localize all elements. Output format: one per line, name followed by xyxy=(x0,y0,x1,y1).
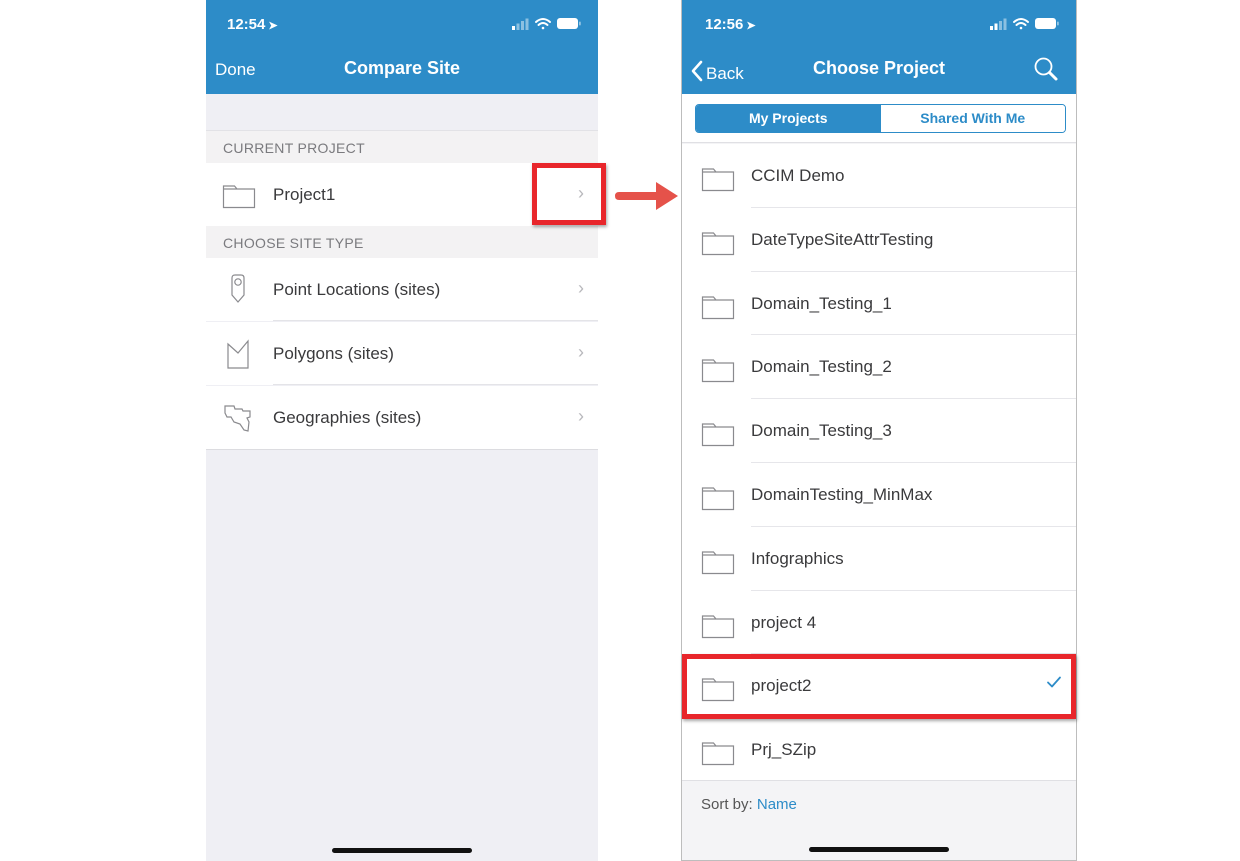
chevron-right-icon: › xyxy=(578,278,584,298)
status-icons xyxy=(990,18,1059,30)
cellular-signal-icon xyxy=(990,18,1007,30)
folder-icon xyxy=(701,232,735,255)
wifi-icon xyxy=(535,18,551,30)
current-project-label: Project1 xyxy=(273,185,336,204)
site-type-point-locations[interactable]: Point Locations (sites) › xyxy=(206,258,598,321)
tab-my-projects[interactable]: My Projects xyxy=(696,105,881,132)
choose-project-screen: 12:56 ➤ Back Choose Project My Projects … xyxy=(681,0,1077,861)
nav-bar: 12:54 ➤ Done Compare Site xyxy=(206,0,598,94)
project-row[interactable]: DomainTesting_MinMax xyxy=(682,462,1076,527)
group-divider xyxy=(206,449,598,450)
wifi-icon xyxy=(1013,18,1029,30)
project-name: Prj_SZip xyxy=(751,740,817,760)
map-pin-icon xyxy=(231,274,245,303)
chevron-right-icon: › xyxy=(578,342,584,362)
chevron-right-icon[interactable]: › xyxy=(578,183,584,204)
folder-icon xyxy=(701,359,735,383)
search-icon[interactable] xyxy=(1033,56,1059,82)
status-time-text: 12:54 xyxy=(227,16,266,33)
project-name: DateTypeSiteAttrTesting xyxy=(751,229,934,249)
project-row-selected[interactable]: project2 xyxy=(682,654,1076,719)
project-name: CCIM Demo xyxy=(751,166,845,185)
chevron-right-icon: › xyxy=(578,406,584,426)
folder-icon xyxy=(701,742,735,766)
project-name: Infographics xyxy=(751,548,844,568)
section-header-current-project: CURRENT PROJECT xyxy=(206,131,598,163)
status-time: 12:54 ➤ xyxy=(227,16,278,33)
checkmark-icon xyxy=(1047,676,1061,688)
segmented-control: My Projects Shared With Me xyxy=(695,104,1066,133)
current-project-row[interactable]: Project1 › xyxy=(206,163,598,226)
row-separator xyxy=(273,384,598,385)
site-type-polygons[interactable]: Polygons (sites) › xyxy=(206,322,598,385)
project-name: project2 xyxy=(751,676,812,696)
segment-area: My Projects Shared With Me xyxy=(682,94,1076,143)
project-row[interactable]: Domain_Testing_2 xyxy=(682,335,1076,400)
polygon-icon xyxy=(227,339,249,369)
site-type-label: Polygons (sites) xyxy=(273,344,394,363)
battery-icon xyxy=(557,18,581,29)
sort-label: Sort by: Name xyxy=(701,796,797,813)
project-row[interactable]: Domain_Testing_1 xyxy=(682,271,1076,336)
folder-icon xyxy=(701,614,735,638)
project-row[interactable]: Prj_SZip xyxy=(682,718,1076,782)
project-row[interactable]: Domain_Testing_3 xyxy=(682,399,1076,463)
battery-icon xyxy=(1035,18,1059,29)
project-row[interactable]: Infographics xyxy=(682,526,1076,591)
home-indicator[interactable] xyxy=(809,847,949,852)
folder-icon xyxy=(701,487,735,511)
project-row[interactable]: CCIM Demo xyxy=(682,144,1076,208)
project-list: CCIM Demo DateTypeSiteAttrTesting Domain_T… xyxy=(682,144,1076,782)
folder-icon xyxy=(701,168,735,192)
location-arrow-icon: ➤ xyxy=(746,20,756,32)
project-name: Domain_Testing_2 xyxy=(751,357,892,377)
cellular-signal-icon xyxy=(512,18,529,30)
project-row[interactable]: DateTypeSiteAttrTesting xyxy=(682,207,1076,272)
site-type-geographies[interactable]: Geographies (sites) › xyxy=(206,386,598,449)
project-name: project 4 xyxy=(751,612,817,632)
location-arrow-icon: ➤ xyxy=(268,20,278,32)
tab-shared-with-me[interactable]: Shared With Me xyxy=(880,105,1065,132)
nav-bar: 12:56 ➤ Back Choose Project xyxy=(682,0,1076,94)
project-name: Domain_Testing_3 xyxy=(751,421,892,441)
sort-value-link[interactable]: Name xyxy=(757,796,797,813)
status-time: 12:56 ➤ xyxy=(705,16,756,33)
spacer xyxy=(206,94,598,131)
folder-icon xyxy=(701,423,735,447)
project-name: DomainTesting_MinMax xyxy=(751,484,933,504)
compare-site-screen: 12:54 ➤ Done Compare Site CURRENT PROJECT xyxy=(206,0,598,861)
folder-icon xyxy=(701,295,735,319)
site-type-label: Geographies (sites) xyxy=(273,408,422,427)
project-row[interactable]: project 4 xyxy=(682,590,1076,655)
folder-icon xyxy=(701,551,735,574)
row-separator xyxy=(273,320,598,321)
site-type-label: Point Locations (sites) xyxy=(273,280,441,299)
home-indicator[interactable] xyxy=(332,848,472,853)
folder-icon xyxy=(701,678,735,702)
geography-shape-icon xyxy=(224,405,251,432)
project-name: Domain_Testing_1 xyxy=(751,293,892,313)
page-title: Choose Project xyxy=(812,58,946,78)
arrow-icon xyxy=(615,182,678,210)
sort-label-text: Sort by: xyxy=(701,796,753,813)
page-title: Compare Site xyxy=(343,58,461,78)
status-time-text: 12:56 xyxy=(705,16,744,33)
status-icons xyxy=(512,18,581,30)
folder-icon xyxy=(222,185,256,209)
section-header-choose-site-type: CHOOSE SITE TYPE xyxy=(206,226,598,258)
